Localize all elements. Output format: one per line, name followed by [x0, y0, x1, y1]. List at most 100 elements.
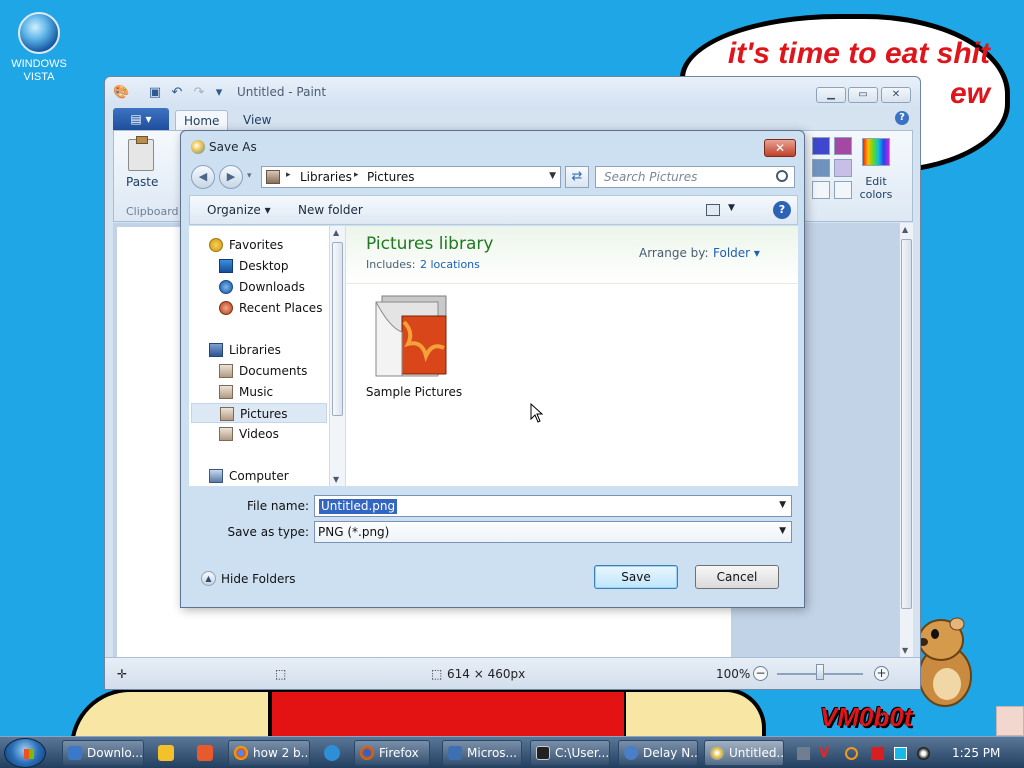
paint-titlebar[interactable]: 🎨 ▣ ↶ ↷ ▾ Untitled - Paint ▁ ▭ ✕ — [105, 77, 920, 107]
locations-link[interactable]: 2 locations — [420, 258, 480, 271]
undo-icon[interactable]: ↶ — [169, 85, 185, 101]
app-quicklaunch-icon[interactable] — [197, 745, 213, 761]
libraries-icon — [209, 343, 223, 357]
dialog-close-button[interactable]: ✕ — [764, 139, 796, 157]
folder-icon[interactable] — [372, 292, 450, 378]
nav-libraries[interactable]: Libraries — [209, 340, 281, 360]
back-button[interactable]: ◀ — [191, 165, 215, 189]
nav-recent-places[interactable]: Recent Places — [219, 298, 322, 318]
close-button[interactable]: ✕ — [881, 87, 911, 103]
chevron-down-icon[interactable]: ▼ — [779, 526, 786, 536]
selection-size-icon: ⬚ — [275, 667, 287, 681]
navigation-scrollbar[interactable]: ▲ ▼ — [329, 226, 345, 486]
tray-app-icon[interactable] — [797, 747, 810, 760]
taskbar-clock[interactable]: 1:25 PM — [952, 746, 1000, 760]
tray-volume-icon[interactable] — [917, 747, 930, 760]
taskbar-button-downloads[interactable]: Downlo... — [62, 740, 144, 766]
nav-pictures[interactable]: Pictures — [191, 403, 327, 423]
organize-button[interactable]: Organize ▾ — [207, 203, 271, 217]
color-swatch[interactable] — [834, 159, 852, 177]
save-quick-icon[interactable]: ▣ — [147, 85, 163, 101]
nav-documents[interactable]: Documents — [219, 361, 307, 381]
taskbar-button-microsoft[interactable]: Micros... — [442, 740, 522, 766]
desktop-icon-windows-vista[interactable]: WINDOWS VISTA — [6, 12, 72, 84]
color-swatch[interactable] — [834, 137, 852, 155]
windows-logo-icon — [24, 749, 34, 759]
desktop-icon — [219, 259, 233, 273]
chevron-right-icon[interactable]: ▸ — [286, 170, 291, 180]
taskbar-button-cmd[interactable]: C:\User... — [530, 740, 610, 766]
cursor-position-icon: ✛ — [117, 667, 128, 681]
color-swatch[interactable] — [812, 137, 830, 155]
redo-icon[interactable]: ↷ — [191, 85, 207, 101]
customize-quick-access-icon[interactable]: ▾ — [211, 85, 227, 101]
color-swatch[interactable] — [812, 159, 830, 177]
tab-view[interactable]: View — [235, 110, 279, 130]
file-name-value: Untitled.png — [319, 499, 398, 514]
help-icon[interactable]: ? — [895, 111, 909, 125]
forward-button[interactable]: ▶ — [219, 165, 243, 189]
views-dropdown-icon[interactable]: ▼ — [728, 203, 735, 213]
tab-home[interactable]: Home — [175, 110, 229, 130]
recent-pages-icon[interactable]: ▾ — [247, 171, 252, 181]
zoom-out-button[interactable]: − — [753, 666, 768, 681]
media-player-icon[interactable] — [158, 745, 174, 761]
command-prompt-icon — [536, 746, 550, 760]
minimize-button[interactable]: ▁ — [816, 87, 846, 103]
maximize-button[interactable]: ▭ — [848, 87, 878, 103]
chevron-down-icon[interactable]: ▼ — [779, 500, 786, 510]
nav-computer[interactable]: Computer — [209, 466, 289, 486]
chevron-right-icon[interactable]: ▸ — [354, 170, 359, 180]
paint-menu-button[interactable]: ▤ ▾ — [113, 108, 169, 130]
start-button[interactable] — [4, 738, 46, 768]
paste-button[interactable]: Paste — [126, 175, 158, 189]
address-bar[interactable]: ▸ Libraries ▸ Pictures ▼ — [261, 166, 561, 188]
search-icon[interactable] — [776, 170, 788, 182]
tray-v-icon[interactable]: V — [819, 747, 832, 760]
views-icon[interactable] — [706, 204, 720, 216]
save-button[interactable]: Save — [594, 565, 678, 589]
breadcrumb-libraries[interactable]: Libraries — [300, 170, 352, 184]
save-type-select[interactable]: PNG (*.png) ▼ — [314, 521, 792, 543]
nav-desktop[interactable]: Desktop — [219, 256, 289, 276]
search-input[interactable]: Search Pictures — [595, 166, 795, 188]
zoom-in-button[interactable]: + — [874, 666, 889, 681]
nav-videos[interactable]: Videos — [219, 424, 279, 444]
refresh-button[interactable]: ⇄ — [565, 166, 589, 188]
color-swatch[interactable] — [812, 181, 830, 199]
paint-icon — [710, 746, 724, 760]
paste-icon[interactable] — [128, 136, 154, 171]
folder-sample-pictures-label[interactable]: Sample Pictures — [354, 385, 474, 399]
taskbar-button-firefox[interactable]: Firefox — [354, 740, 430, 766]
pictures-icon — [220, 407, 234, 421]
scrollbar-thumb[interactable] — [332, 242, 343, 416]
nav-favorites[interactable]: Favorites — [209, 235, 283, 255]
help-icon[interactable]: ? — [773, 201, 791, 219]
scrollbar-thumb[interactable] — [901, 239, 912, 609]
new-folder-button[interactable]: New folder — [298, 203, 363, 217]
chevron-up-icon[interactable]: ▲ — [201, 571, 216, 586]
internet-explorer-icon[interactable] — [324, 745, 340, 761]
downloads-icon — [219, 280, 233, 294]
taskbar-button-delay[interactable]: Delay N... — [618, 740, 698, 766]
tray-search-icon[interactable] — [845, 747, 858, 760]
taskbar-button-chrome[interactable]: how 2 b... — [228, 740, 310, 766]
zoom-slider-thumb[interactable] — [816, 664, 824, 680]
cancel-button[interactable]: Cancel — [695, 565, 779, 589]
hide-folders-button[interactable]: Hide Folders — [221, 572, 296, 586]
edit-colors-icon[interactable] — [862, 138, 890, 166]
address-dropdown-icon[interactable]: ▼ — [549, 171, 556, 181]
arrange-by-dropdown[interactable]: Folder ▾ — [713, 246, 760, 260]
breadcrumb-pictures[interactable]: Pictures — [367, 170, 415, 184]
edit-colors-button[interactable]: Edit colors — [854, 175, 898, 201]
library-header: Pictures library Includes: 2 locations A… — [346, 226, 798, 284]
nav-music[interactable]: Music — [219, 382, 273, 402]
tray-network-icon[interactable] — [894, 747, 907, 760]
color-swatch[interactable] — [834, 181, 852, 199]
file-name-field[interactable]: Untitled.png ▼ — [314, 495, 792, 517]
taskbar-button-paint[interactable]: Untitled... — [704, 740, 784, 766]
tray-flag-icon[interactable] — [871, 747, 884, 760]
help-icon — [624, 746, 638, 760]
canvas-vertical-scrollbar[interactable]: ▲ ▼ — [899, 223, 913, 657]
nav-downloads[interactable]: Downloads — [219, 277, 305, 297]
